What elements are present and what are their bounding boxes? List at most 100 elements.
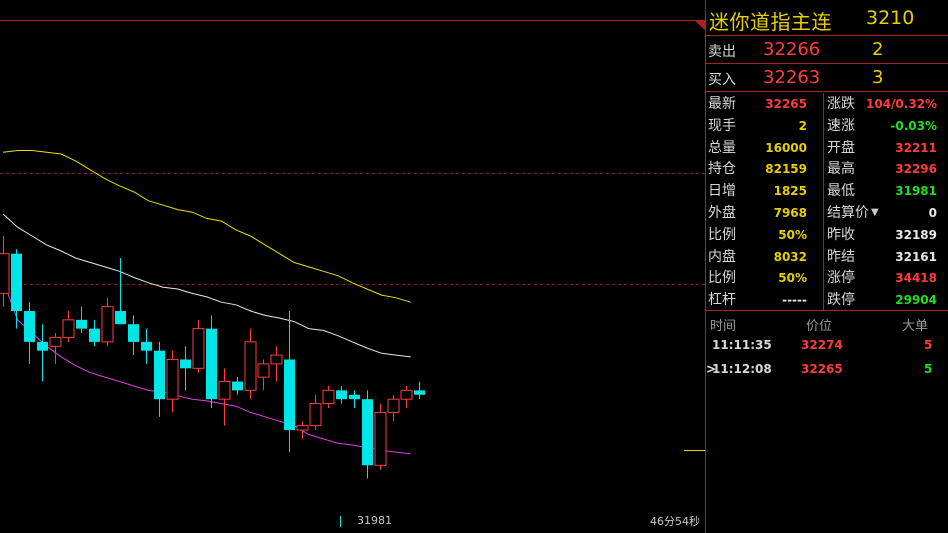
stat-value-right-8: 34418 — [895, 271, 937, 286]
stat-value-left-5: 7968 — [773, 206, 807, 220]
stat-value-left-1: 2 — [798, 118, 807, 133]
stat-value-left-9: ----- — [782, 293, 807, 308]
stat-label-right-5[interactable]: 结算价 — [827, 202, 869, 224]
candle-body-7 — [89, 328, 100, 342]
stat-label-left-3: 持仓 — [708, 161, 736, 178]
stat-value-right-0: 104/0.32% — [866, 97, 938, 111]
sell-label: 卖出 — [708, 44, 736, 60]
candle-body-19 — [244, 341, 257, 391]
stat-value-left-0: 32265 — [765, 97, 807, 111]
stat-value-left-6: 50% — [778, 227, 807, 242]
candle-body-0 — [0, 253, 10, 294]
stat-value-right-5: 0 — [928, 206, 937, 220]
stat-label-left-9: 杠杆 — [708, 292, 736, 309]
tick-price: 32274 — [801, 338, 843, 352]
buy-volume: 3 — [872, 67, 884, 88]
candle-body-21 — [270, 354, 283, 365]
candle-body-15 — [192, 328, 205, 369]
candle-body-22 — [284, 359, 295, 431]
candle-body-12 — [154, 350, 165, 400]
countdown-label: 46分54秒 — [650, 515, 700, 528]
stat-label-right-6: 昨收 — [827, 226, 855, 243]
candle-body-14 — [180, 359, 191, 369]
stat-label-left-4: 日增 — [708, 183, 736, 200]
stat-label-left-7: 内盘 — [708, 248, 736, 265]
stat-label-right-7: 昨结 — [827, 248, 855, 265]
stat-value-right-9: 29904 — [895, 293, 937, 308]
stat-label-right-8: 涨停 — [827, 270, 855, 287]
instrument-name[interactable]: 迷你道指主连 — [709, 6, 832, 35]
candle-body-31 — [400, 389, 413, 400]
stat-value-right-6: 32189 — [895, 227, 937, 242]
tick-time: 11:12:08 — [712, 362, 772, 376]
candle-body-32 — [414, 390, 425, 395]
ticks-header-price: 价位 — [806, 319, 833, 334]
stat-value-left-3: 82159 — [765, 162, 807, 177]
stat-label-left-6: 比例 — [708, 226, 736, 243]
candle-body-24 — [309, 403, 322, 427]
candle-body-18 — [232, 381, 243, 391]
tick-volume: 5 — [924, 338, 933, 352]
stat-label-left-2: 总量 — [708, 139, 736, 156]
candle-body-11 — [141, 341, 152, 351]
tick-price: 32265 — [801, 362, 843, 376]
candle-body-2 — [24, 311, 35, 342]
corner-marker-icon — [694, 20, 705, 30]
tick-volume: 5 — [924, 362, 933, 376]
candle-body-27 — [349, 394, 360, 400]
stat-value-left-4: 1825 — [773, 184, 807, 199]
instrument-header: 迷你道指主连 3210 — [706, 0, 948, 36]
candle-body-5 — [62, 319, 75, 338]
stat-value-right-1: -0.03% — [890, 118, 937, 133]
instrument-code: 3210 — [866, 7, 915, 29]
candle-body-28 — [362, 399, 373, 466]
candle-body-4 — [49, 336, 62, 347]
candle-body-1 — [11, 253, 22, 311]
tick-time: 11:11:35 — [712, 338, 772, 352]
stat-label-right-9: 跌停 — [827, 292, 855, 309]
ticks-header-time: 时间 — [710, 319, 737, 334]
stat-value-right-7: 32161 — [895, 249, 937, 264]
candle-body-25 — [322, 389, 335, 405]
candle-body-13 — [166, 359, 179, 400]
buy-price: 32263 — [763, 67, 821, 88]
ticks-header-volume: 大单 — [902, 319, 929, 334]
stat-label-right-2: 开盘 — [827, 139, 855, 156]
kline-chart[interactable]: 31981 46分54秒 — [0, 0, 705, 533]
buy-row[interactable]: 买入 32263 3 — [706, 64, 948, 92]
stat-value-left-7: 8032 — [773, 249, 807, 264]
stat-label-left-5: 外盘 — [708, 205, 736, 221]
candle-body-30 — [387, 398, 400, 413]
candle-body-26 — [336, 390, 347, 400]
stat-value-left-2: 16000 — [765, 140, 807, 155]
sell-price: 32266 — [763, 39, 821, 60]
candle-body-9 — [115, 311, 126, 325]
stat-label-left-0: 最新 — [708, 96, 736, 112]
sell-volume: 2 — [872, 39, 884, 60]
stat-value-right-2: 32211 — [895, 140, 937, 155]
kline-chart-canvas — [0, 20, 705, 527]
candle-body-16 — [206, 328, 217, 400]
stat-label-right-1: 速涨 — [827, 117, 855, 134]
stat-label-left-8: 比例 — [708, 270, 736, 287]
stat-label-left-1: 现手 — [708, 117, 736, 134]
candle-body-23 — [296, 425, 309, 431]
stat-label-right-0: 涨跌 — [827, 96, 855, 112]
stat-value-left-8: 50% — [778, 271, 807, 286]
candle-body-3 — [37, 341, 48, 351]
stat-value-right-4: 31981 — [895, 184, 937, 199]
stat-label-right-3: 最高 — [827, 161, 855, 178]
buy-label: 买入 — [708, 72, 736, 88]
candle-body-17 — [218, 381, 231, 400]
low-price-label: 31981 — [357, 514, 392, 527]
stats-divider — [823, 93, 824, 311]
candle-body-6 — [76, 319, 87, 329]
candle-body-29 — [374, 411, 387, 466]
stat-value-right-3: 32296 — [895, 162, 937, 177]
sell-row[interactable]: 卖出 32266 2 — [706, 36, 948, 64]
stat-label-right-4: 最低 — [827, 183, 855, 200]
candle-body-20 — [257, 363, 270, 378]
candle-body-8 — [101, 306, 114, 343]
quote-panel: 迷你道指主连 3210 卖出 32266 2 买入 32263 3 时间 价位 … — [705, 0, 948, 533]
candle-body-10 — [128, 324, 139, 342]
